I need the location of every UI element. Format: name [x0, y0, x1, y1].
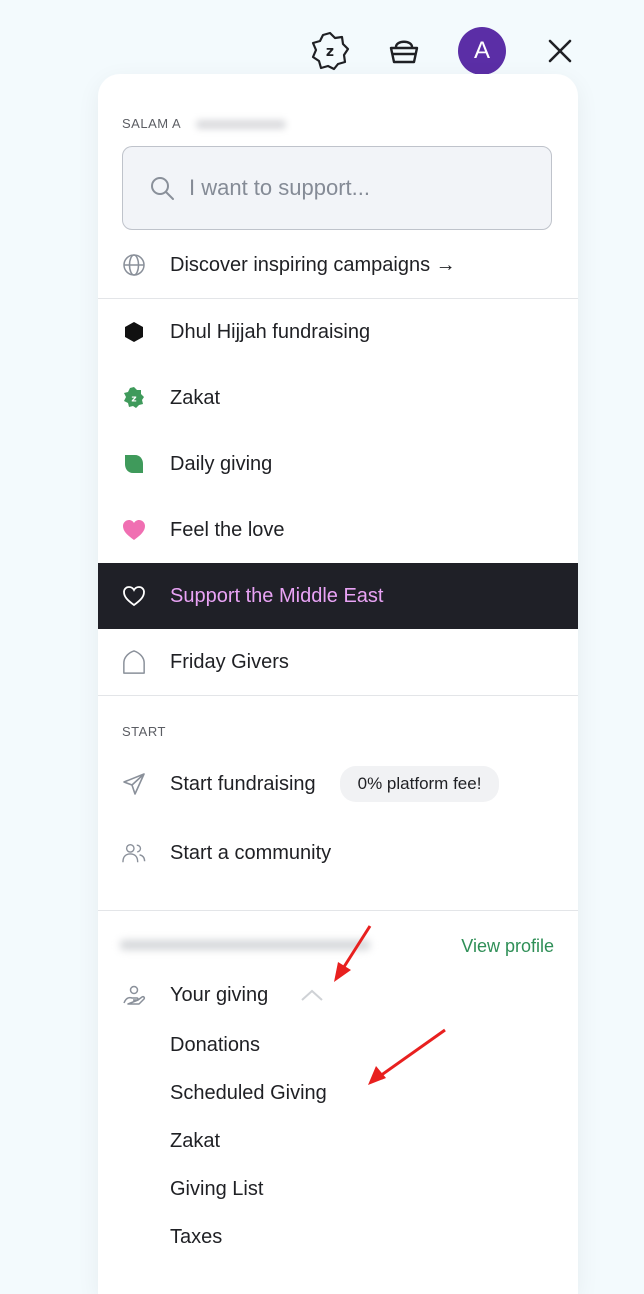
menu-item-label: Dhul Hijjah fundraising: [170, 320, 371, 343]
heart-outline-icon: [122, 584, 146, 608]
redacted-name: [182, 108, 312, 140]
heart-icon: [122, 518, 146, 542]
avatar[interactable]: A: [458, 27, 506, 75]
menu-item-label: Zakat: [170, 386, 221, 409]
hand-heart-icon: [122, 983, 146, 1007]
section-title-start: START: [122, 724, 166, 739]
platform-fee-badge: 0% platform fee!: [339, 766, 500, 802]
menu-item-label: Support the Middle East: [170, 584, 384, 607]
start-community-label: Start a community: [170, 841, 332, 864]
menu-item-friday-givers[interactable]: Friday Givers: [98, 629, 578, 695]
menu-item-label: Daily giving: [170, 452, 273, 475]
giving-sub-scheduled-giving[interactable]: Scheduled Giving: [170, 1082, 327, 1105]
dome-icon: [122, 650, 146, 674]
start-fundraising-label: Start fundraising: [170, 772, 316, 795]
greeting: SALAM A: [122, 116, 182, 131]
svg-text:z: z: [131, 395, 136, 405]
menu-item-dhul-hijjah[interactable]: Dhul Hijjah fundraising: [98, 299, 578, 365]
giving-sub-donations[interactable]: Donations: [170, 1034, 260, 1057]
svg-text:z: z: [326, 44, 334, 60]
zakat-badge-icon[interactable]: z: [310, 31, 350, 71]
close-icon[interactable]: [542, 33, 578, 69]
your-giving-label: Your giving: [170, 983, 269, 1006]
globe-icon: [122, 253, 146, 277]
users-icon: [122, 841, 146, 865]
paper-plane-icon: [122, 772, 146, 796]
divider: [98, 910, 578, 911]
start-fundraising-link[interactable]: Start fundraising 0% platform fee!: [98, 751, 578, 817]
search-placeholder: I want to support...: [189, 175, 370, 200]
divider: [98, 695, 578, 696]
start-community-link[interactable]: Start a community: [98, 820, 578, 886]
your-giving-toggle[interactable]: Your giving: [98, 962, 578, 1028]
menu-panel: SALAM A I want to support... Discover in…: [98, 74, 578, 1294]
menu-item-label: Friday Givers: [170, 650, 289, 673]
chevron-up-icon[interactable]: [300, 988, 324, 1002]
hexagon-icon: [122, 320, 146, 344]
giving-sub-giving-list[interactable]: Giving List: [170, 1178, 263, 1201]
menu-item-daily-giving[interactable]: Daily giving: [98, 431, 578, 497]
menu-item-feel-the-love[interactable]: Feel the love: [98, 497, 578, 563]
discover-label: Discover inspiring campaigns →: [170, 253, 456, 276]
zakat-badge-icon: z: [122, 386, 146, 410]
leaf-icon: [122, 452, 146, 476]
menu-item-label: Feel the love: [170, 518, 285, 541]
giving-sub-taxes[interactable]: Taxes: [170, 1226, 222, 1249]
view-profile-link[interactable]: View profile: [461, 936, 554, 957]
basket-icon[interactable]: [384, 31, 424, 71]
redacted-email: [118, 930, 374, 960]
menu-item-zakat[interactable]: z Zakat: [98, 365, 578, 431]
menu-item-support-middle-east[interactable]: Support the Middle East: [98, 563, 578, 629]
search-icon: [151, 177, 174, 200]
discover-campaigns-link[interactable]: Discover inspiring campaigns →: [98, 232, 578, 298]
search-input[interactable]: I want to support...: [122, 146, 552, 230]
giving-sub-zakat[interactable]: Zakat: [170, 1130, 220, 1153]
